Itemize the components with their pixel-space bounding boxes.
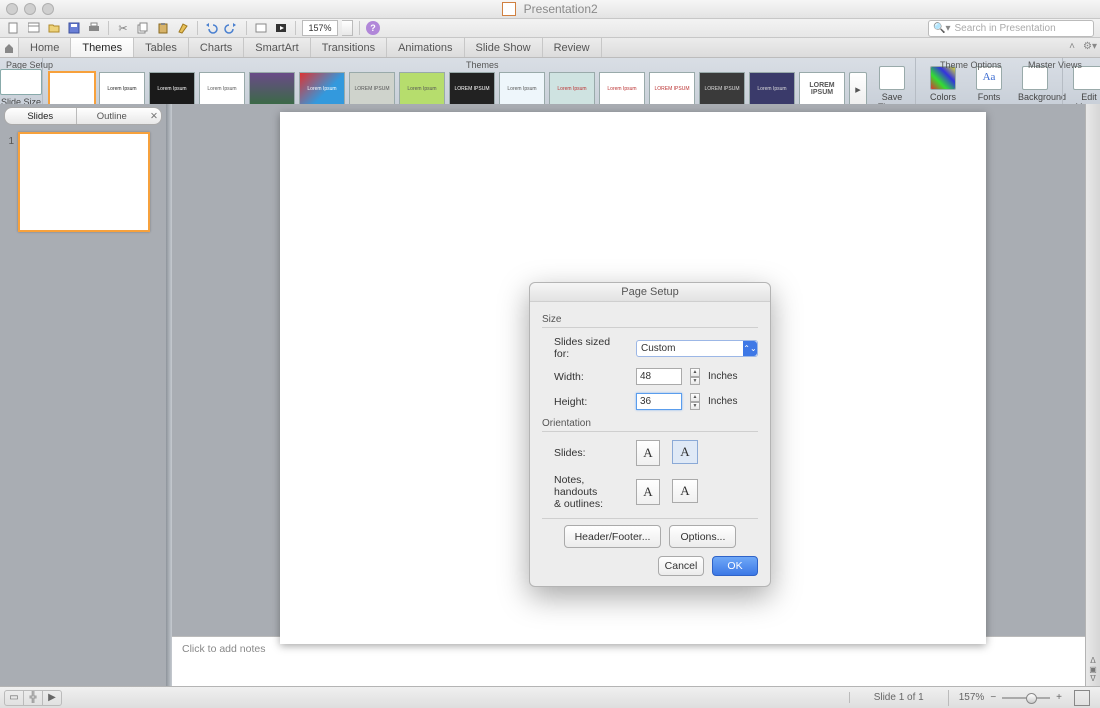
slides-landscape-button[interactable]: A	[672, 440, 698, 464]
chevron-updown-icon: ⌃⌄	[743, 341, 757, 356]
header-footer-button[interactable]: Header/Footer...	[564, 525, 662, 548]
slides-portrait-button[interactable]: A	[636, 440, 660, 466]
slides-sized-for-select[interactable]: Custom ⌃⌄	[636, 340, 758, 357]
width-unit: Inches	[708, 371, 737, 382]
dialog-title: Page Setup	[530, 283, 770, 302]
ok-button[interactable]: OK	[712, 556, 758, 576]
height-stepper[interactable]: ▲▼	[690, 393, 700, 410]
height-unit: Inches	[708, 396, 737, 407]
size-section-label: Size	[542, 314, 758, 325]
width-input[interactable]: 48	[636, 368, 682, 385]
orientation-section-label: Orientation	[542, 418, 758, 429]
options-button[interactable]: Options...	[669, 525, 736, 548]
notes-portrait-button[interactable]: A	[636, 479, 660, 505]
slides-orient-label: Slides:	[554, 447, 628, 459]
width-label: Width:	[554, 371, 628, 383]
slides-sized-for-label: Slides sized for:	[554, 336, 628, 360]
modal-overlay: Page Setup Size Slides sized for: Custom…	[0, 0, 1100, 708]
height-label: Height:	[554, 396, 628, 408]
cancel-button[interactable]: Cancel	[658, 556, 704, 576]
height-input[interactable]: 36	[636, 393, 682, 410]
notes-orient-label: Notes, handouts& outlines:	[554, 474, 628, 510]
page-setup-dialog: Page Setup Size Slides sized for: Custom…	[529, 282, 771, 587]
slides-sized-for-value: Custom	[641, 343, 675, 354]
notes-landscape-button[interactable]: A	[672, 479, 698, 503]
width-stepper[interactable]: ▲▼	[690, 368, 700, 385]
